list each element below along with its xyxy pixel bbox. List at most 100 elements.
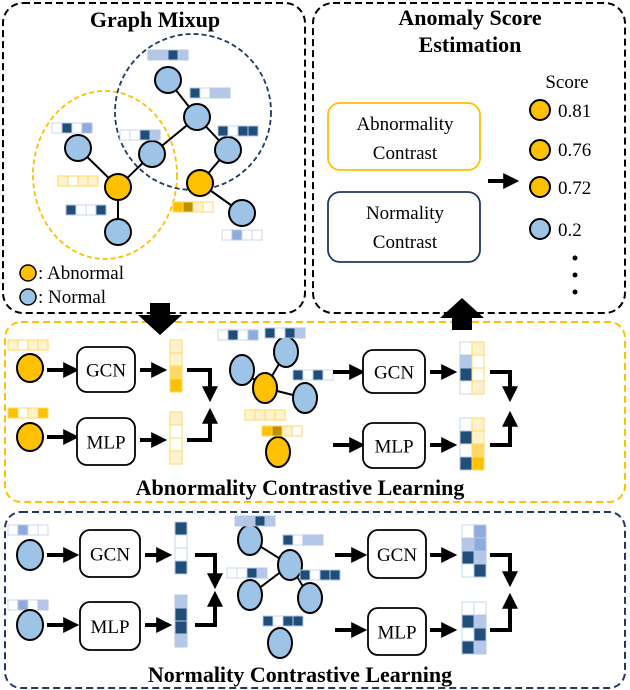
embedding-cell bbox=[461, 524, 475, 539]
norm-gcn-label: GCN bbox=[90, 545, 130, 566]
embedding-cell bbox=[461, 601, 475, 616]
feature-cell bbox=[81, 122, 93, 134]
feature-cell bbox=[294, 327, 306, 339]
embedding-cell bbox=[461, 627, 475, 642]
abnormality-contrast-label-2: Contrast bbox=[373, 143, 438, 164]
feature-cell bbox=[227, 125, 239, 137]
feature-cell bbox=[182, 201, 194, 213]
feature-cell bbox=[272, 615, 284, 627]
feature-cell bbox=[37, 339, 49, 351]
abnormal-node bbox=[265, 436, 291, 468]
embedding-cell bbox=[461, 614, 475, 629]
embedding-cell bbox=[473, 601, 487, 616]
normal-node bbox=[292, 382, 318, 414]
norm-mlp-label: MLP bbox=[90, 617, 129, 638]
embedding-cell bbox=[169, 450, 183, 465]
abn-mlp2-label: MLP bbox=[374, 437, 413, 458]
feature-cell bbox=[119, 129, 131, 141]
feature-cell bbox=[129, 129, 141, 141]
feature-cell bbox=[254, 409, 266, 421]
feature-cell bbox=[312, 534, 324, 546]
feature-cell bbox=[282, 534, 294, 546]
feature-cell bbox=[274, 327, 286, 339]
embedding-cell bbox=[471, 430, 485, 445]
embedding-cell bbox=[459, 430, 473, 445]
feature-cell bbox=[244, 409, 256, 421]
embedding-cell bbox=[461, 537, 475, 552]
abnormal-node bbox=[16, 422, 44, 452]
feature-cell bbox=[67, 175, 79, 187]
normal-node bbox=[297, 582, 323, 614]
feature-cell bbox=[299, 569, 311, 581]
feature-cell bbox=[282, 615, 294, 627]
score-3: 0.72 bbox=[558, 178, 591, 199]
abnormal-node bbox=[529, 99, 551, 121]
feature-cell bbox=[189, 87, 201, 99]
embedding-cell bbox=[473, 640, 487, 655]
embedding-cell bbox=[169, 437, 183, 452]
feature-cell bbox=[27, 599, 39, 611]
normal-node bbox=[237, 524, 263, 556]
anomaly-score-title: Anomaly Score bbox=[398, 5, 541, 30]
normal-node bbox=[16, 539, 44, 571]
embedding-cell bbox=[461, 640, 475, 655]
normal-node bbox=[104, 218, 132, 246]
feature-cell bbox=[264, 515, 276, 527]
arrow-icon bbox=[195, 590, 223, 627]
feature-cell bbox=[244, 515, 256, 527]
feature-cell bbox=[17, 524, 29, 536]
feature-cell bbox=[7, 599, 19, 611]
feature-cell bbox=[264, 409, 276, 421]
feature-cell bbox=[219, 87, 231, 99]
ellipsis-dot bbox=[572, 272, 578, 278]
arrow-icon bbox=[490, 553, 518, 588]
feature-cell bbox=[281, 425, 293, 437]
feature-cell bbox=[61, 122, 73, 134]
arrow-icon bbox=[195, 553, 223, 590]
feature-cell bbox=[192, 201, 204, 213]
feature-cell bbox=[17, 599, 29, 611]
embedding-cell bbox=[471, 354, 485, 369]
embedding-cell bbox=[471, 417, 485, 432]
feature-cell bbox=[57, 175, 69, 187]
embedding-cell bbox=[459, 417, 473, 432]
abnormal-node bbox=[104, 173, 132, 201]
feature-cell bbox=[221, 229, 233, 241]
arrow-icon bbox=[490, 410, 518, 447]
graph-mixup-title: Graph Mixup bbox=[90, 7, 220, 32]
embedding-cell bbox=[459, 354, 473, 369]
abn-mlp-label: MLP bbox=[86, 433, 125, 454]
norm-mlp2-label: MLP bbox=[377, 623, 416, 644]
embedding-cell bbox=[461, 563, 475, 578]
feature-cell bbox=[251, 229, 263, 241]
feature-cell bbox=[292, 534, 304, 546]
feature-cell bbox=[291, 425, 303, 437]
score-header: Score bbox=[545, 72, 588, 93]
feature-cell bbox=[172, 201, 184, 213]
feature-cell bbox=[292, 369, 304, 381]
feature-cell bbox=[309, 569, 321, 581]
feature-cell bbox=[51, 122, 63, 134]
feature-cell bbox=[237, 125, 249, 137]
embedding-cell bbox=[461, 550, 475, 565]
feature-cell bbox=[271, 425, 283, 437]
arrow-icon bbox=[187, 407, 218, 442]
embedding-cell bbox=[473, 524, 487, 539]
feature-cell bbox=[256, 567, 268, 579]
feature-cell bbox=[149, 129, 161, 141]
feature-cell bbox=[322, 369, 334, 381]
feature-cell bbox=[261, 425, 273, 437]
feature-cell bbox=[77, 175, 89, 187]
feature-cell bbox=[157, 49, 169, 61]
feature-cell bbox=[226, 567, 238, 579]
feature-cell bbox=[37, 599, 49, 611]
embedding-cell bbox=[473, 614, 487, 629]
feature-cell bbox=[237, 329, 249, 341]
embedding-cell bbox=[174, 620, 188, 635]
embedding-cell bbox=[459, 367, 473, 382]
normal-node bbox=[273, 336, 299, 368]
embedding-cell bbox=[169, 424, 183, 439]
score-1: 0.81 bbox=[558, 101, 591, 122]
embedding-cell bbox=[174, 521, 188, 536]
feature-cell bbox=[227, 329, 239, 341]
